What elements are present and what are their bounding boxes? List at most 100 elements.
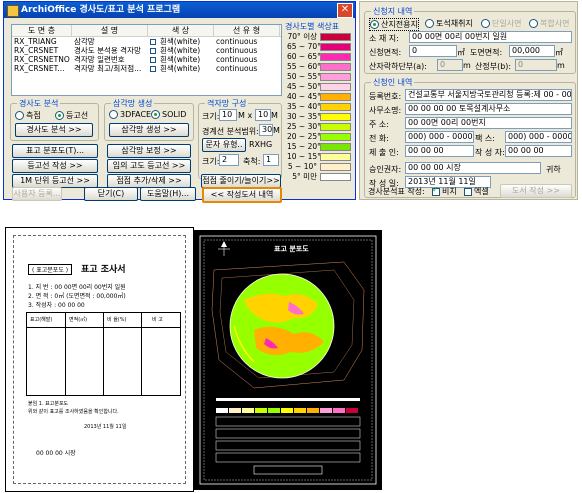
- cell-color[interactable]: 흰색(white): [148, 55, 214, 64]
- sheet-note-a: 붙임 1. 표고분포도: [28, 401, 69, 407]
- checkbox-label: 비치: [442, 187, 457, 196]
- cell-color[interactable]: 흰색(white): [148, 64, 214, 73]
- legend-row: 60 ~ 65°: [287, 53, 353, 61]
- legend-swatch[interactable]: [320, 153, 351, 161]
- contour-range-field[interactable]: 30: [259, 124, 273, 136]
- office-name-field[interactable]: 00 00 00 00 토목설계사무소: [405, 103, 572, 115]
- radio-complex-slope[interactable]: 복합사면: [529, 18, 569, 29]
- checkbox-unchecked[interactable]: [464, 187, 472, 196]
- radio-survey-point[interactable]: 측점: [15, 110, 41, 121]
- col-note: 비 고: [152, 317, 163, 323]
- reg-number-field[interactable]: 건설교통부 서울지방국토관리청 등록:제 00 - 00: [405, 89, 572, 101]
- legend-swatch[interactable]: [320, 163, 351, 171]
- cell-linetype: continuous: [216, 37, 258, 46]
- col-divider: [103, 313, 104, 395]
- radio-dot[interactable]: [15, 111, 24, 120]
- legend-swatch[interactable]: [320, 93, 351, 101]
- triangle-correct-button[interactable]: 삼각망 보정 >>: [107, 144, 191, 158]
- grid-shrink-button[interactable]: 점점 줄이기/늘이기>>: [201, 174, 281, 188]
- create-document-button[interactable]: 도서 작성 >>: [500, 184, 572, 198]
- legend-swatch[interactable]: [320, 133, 351, 141]
- legend-swatch[interactable]: [320, 63, 351, 71]
- legend-swatch[interactable]: [320, 103, 351, 111]
- cell-layer: RX_TRIANG: [14, 37, 57, 46]
- color-checkbox[interactable]: [150, 39, 156, 45]
- checkbox-excel[interactable]: 엑셀: [464, 186, 489, 197]
- col-divider: [141, 313, 142, 395]
- table-row[interactable]: RX_CRSNET... 격자망 최고/최저점... 흰색(white) con…: [12, 64, 281, 73]
- point-edit-button[interactable]: 점점 추가/삭제 >>: [107, 174, 191, 188]
- arbitrary-contour-button[interactable]: 임의 고도 등고선 >>: [107, 159, 191, 173]
- radio-contour[interactable]: 등고선: [55, 110, 88, 121]
- radio-single-slope[interactable]: 단일사면: [481, 18, 521, 29]
- table-row[interactable]: RX_TRIANG 삼각망 흰색(white) continuous: [12, 37, 281, 46]
- radio-dot-selected[interactable]: [370, 20, 379, 29]
- legend-swatch[interactable]: [320, 123, 351, 131]
- phone-field[interactable]: 000) 000 - 0000: [405, 131, 474, 143]
- site-address-field[interactable]: 00 00면 00리 00번지 일원: [409, 31, 572, 43]
- checkbox-checked[interactable]: [432, 185, 440, 196]
- approver-field[interactable]: 00 00 00 시장: [405, 162, 541, 174]
- text-style-button[interactable]: 문자 유형..: [202, 138, 246, 152]
- reg-number-label: 등록번호:: [369, 92, 402, 101]
- radio-solid[interactable]: SOLID: [151, 110, 186, 119]
- apply-area-field[interactable]: 0: [409, 45, 457, 57]
- triangle-create-button[interactable]: 삼각망 생성 >>: [109, 123, 189, 137]
- checkbox-keep[interactable]: 비치: [432, 185, 457, 197]
- radio-dot[interactable]: [481, 19, 490, 28]
- legend-swatch[interactable]: [320, 53, 351, 61]
- author-field[interactable]: 00 00 00: [505, 145, 572, 157]
- col-color: 색 상: [148, 25, 214, 36]
- close-icon[interactable]: ✕: [337, 3, 353, 18]
- one-meter-contour-button[interactable]: 1M 단위 등고선 >>: [12, 174, 98, 188]
- elevation-map-button[interactable]: 표고 분포도(T)...: [12, 144, 98, 158]
- table-row[interactable]: RX_CRSNET 경사도 분석용 격자망 흰색(white) continuo…: [12, 46, 281, 55]
- legend-swatch[interactable]: [320, 113, 351, 121]
- help-button[interactable]: 도움말(H)...: [140, 187, 196, 201]
- window-title: ArchiOffice 경사도/표고 분석 프로그램: [21, 5, 181, 15]
- radio-dot[interactable]: [529, 19, 538, 28]
- layer-table[interactable]: 도 면 층 설 명 색 상 선 유 형 RX_TRIANG 삼각망 흰색(whi…: [11, 24, 282, 96]
- radio-dot-selected[interactable]: [151, 110, 160, 119]
- radio-3dface[interactable]: 3DFACE: [109, 110, 151, 119]
- mountain-base-field[interactable]: 0: [437, 59, 463, 71]
- color-checkbox[interactable]: [150, 66, 156, 72]
- slope-analysis-button[interactable]: 경사도 분석 >>: [15, 123, 93, 137]
- legend-swatch[interactable]: [320, 173, 351, 181]
- slope-group-title: 경사도 분석: [17, 98, 61, 109]
- legend-label: 10 ~ 15°: [287, 152, 321, 161]
- applicant-address-field[interactable]: 00 00면 00리 00번지: [405, 117, 572, 129]
- close-button[interactable]: 닫기(C): [84, 187, 138, 201]
- legend-swatch[interactable]: [320, 143, 351, 151]
- cell-color[interactable]: 흰색(white): [148, 46, 214, 55]
- radio-dot[interactable]: [425, 19, 434, 28]
- text-size-field[interactable]: 2: [219, 154, 239, 166]
- app-icon: [7, 5, 19, 17]
- scale-field[interactable]: 1: [263, 154, 279, 166]
- report-writer-button[interactable]: << 작성도서 내역: [202, 187, 282, 203]
- color-checkbox[interactable]: [150, 57, 156, 63]
- radio-dot[interactable]: [109, 110, 118, 119]
- grid-width-field[interactable]: 10: [219, 109, 237, 121]
- submitter-field[interactable]: 00 00 00: [405, 145, 474, 157]
- cell-color[interactable]: 흰색(white): [148, 37, 214, 46]
- legend-label: 35 ~ 40°: [287, 102, 321, 111]
- user-register-button[interactable]: 사용자 등록...: [12, 187, 62, 201]
- cell-linetype: continuous: [216, 64, 258, 73]
- radio-quarry[interactable]: 토석채취지: [425, 18, 473, 29]
- grid-height-field[interactable]: 10: [255, 109, 271, 121]
- triangle-group: 삼각망 생성 3DFACE SOLID 삼각망 생성 >>: [104, 98, 194, 141]
- radio-forest-conversion[interactable]: 산지전용지: [369, 18, 419, 31]
- radio-dot-selected[interactable]: [55, 111, 64, 120]
- summit-field[interactable]: 0: [515, 59, 557, 71]
- contour-create-button[interactable]: 등고선 작성 >>: [12, 159, 98, 173]
- legend-swatch[interactable]: [320, 43, 351, 51]
- color-checkbox[interactable]: [150, 48, 156, 54]
- fax-field[interactable]: 000) 000 - 0000: [505, 131, 572, 143]
- legend-swatch[interactable]: [320, 73, 351, 81]
- table-row[interactable]: RX_CRSNETNO 격자망 일련번호 흰색(white) continuou…: [12, 55, 281, 64]
- legend-swatch[interactable]: [320, 83, 351, 91]
- drawing-area-field[interactable]: 00,000: [509, 45, 555, 57]
- legend-swatch[interactable]: [320, 33, 351, 41]
- legend-label: 60 ~ 65°: [287, 52, 321, 61]
